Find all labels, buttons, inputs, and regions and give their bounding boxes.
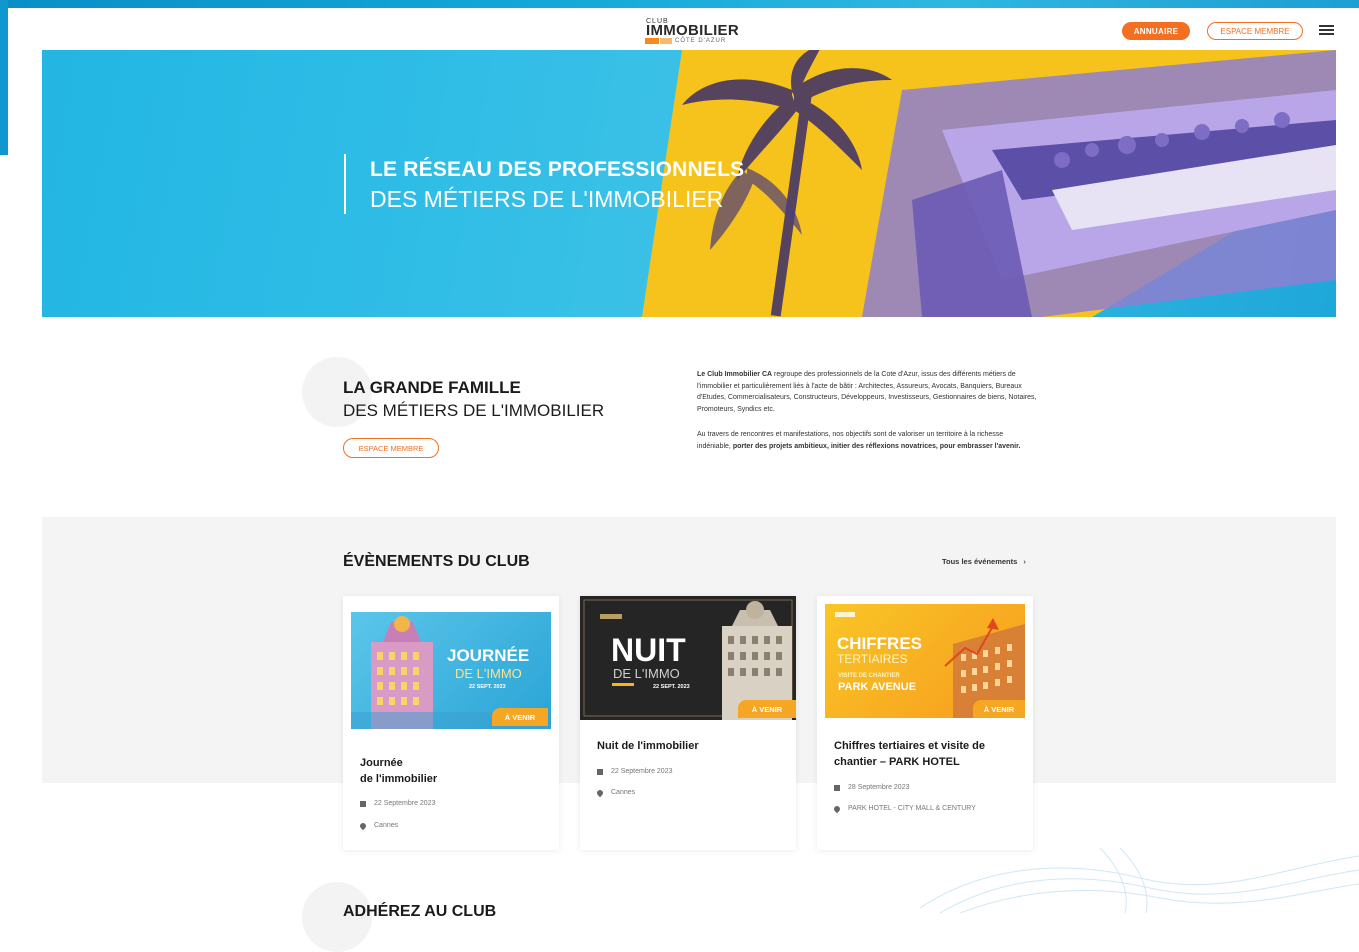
upcoming-badge: À VENIR bbox=[738, 700, 796, 718]
logo-main-text: IMMOBILIER bbox=[646, 22, 739, 39]
event-card-journee[interactable]: JOURNÉE DE L'IMMO 22 SEPT. 2023 À VENIR … bbox=[343, 596, 559, 850]
event-location-text: Cannes bbox=[374, 822, 399, 829]
event-image-chiffres: CHIFFRES TERTIAIRES VISITE DE CHANTIER P… bbox=[825, 604, 1025, 718]
events-title: ÉVÈNEMENTS DU CLUB bbox=[343, 553, 530, 570]
location-pin-icon bbox=[595, 788, 605, 797]
event-card-chiffres[interactable]: CHIFFRES TERTIAIRES VISITE DE CHANTIER P… bbox=[817, 596, 1033, 850]
event-image-nuit-date: 22 SEPT. 2023 bbox=[653, 684, 690, 690]
event-image-journee: JOURNÉE DE L'IMMO 22 SEPT. 2023 À VENIR bbox=[351, 612, 551, 729]
intro-paragraph-1: Le Club Immobilier CA regroupe des profe… bbox=[697, 369, 1037, 415]
event-image-nuit-subtitle: DE L'IMMO bbox=[613, 666, 680, 681]
event-location: Cannes bbox=[358, 821, 399, 830]
topographic-lines-decoration bbox=[920, 848, 1359, 913]
event-image-nuit-title: NUIT bbox=[611, 632, 686, 668]
all-events-label: Tous les événements bbox=[942, 557, 1018, 566]
event-date-text: 22 Septembre 2023 bbox=[374, 800, 436, 807]
location-pin-icon bbox=[832, 804, 842, 813]
calendar-icon bbox=[597, 768, 603, 775]
event-title-l1: Chiffres tertiaires et visite de bbox=[834, 740, 986, 752]
menu-icon[interactable] bbox=[1319, 25, 1334, 35]
hero-title-bold: LE RÉSEAU DES PROFESSIONNELS bbox=[370, 158, 745, 181]
event-date-text: 28 Septembre 2023 bbox=[848, 784, 910, 791]
logo-mark-secondary bbox=[660, 38, 672, 44]
event-title-l2: de l'immobilier bbox=[360, 773, 438, 785]
intro-club-name: Le Club Immobilier CA bbox=[697, 371, 773, 378]
espace-membre-button[interactable]: ESPACE MEMBRE bbox=[343, 438, 439, 458]
logo-mark bbox=[645, 38, 659, 44]
all-events-link[interactable]: Tous les événements › bbox=[942, 557, 1026, 566]
annuaire-button[interactable]: ANNUAIRE bbox=[1122, 22, 1190, 40]
upcoming-badge: À VENIR bbox=[492, 708, 548, 726]
calendar-icon bbox=[834, 784, 840, 791]
event-image-journee-date: 22 SEPT. 2023 bbox=[469, 684, 506, 690]
intro-paragraph-2: Au travers de rencontres et manifestatio… bbox=[697, 429, 1037, 452]
hero-banner: LE RÉSEAU DES PROFESSIONNELS DES MÉTIERS… bbox=[42, 50, 1336, 317]
calendar-icon bbox=[360, 800, 366, 807]
event-image-journee-subtitle: DE L'IMMO bbox=[455, 666, 522, 681]
event-image-chiffres-visit: VISITE DE CHANTIER bbox=[838, 673, 900, 679]
event-date: 22 Septembre 2023 bbox=[597, 768, 673, 775]
site-logo[interactable]: CLUB IMMOBILIER CÔTE D'AZUR bbox=[643, 18, 743, 46]
hero-title-regular: DES MÉTIERS DE L'IMMOBILIER bbox=[370, 186, 724, 212]
event-location: Cannes bbox=[595, 788, 636, 797]
event-image-chiffres-venue: PARK AVENUE bbox=[838, 681, 917, 693]
left-accent-strip bbox=[0, 0, 8, 155]
event-location-text: PARK HOTEL - CITY MALL & CENTURY bbox=[848, 805, 976, 812]
event-image-chiffres-title: CHIFFRES bbox=[837, 634, 922, 653]
upcoming-badge: À VENIR bbox=[973, 700, 1025, 718]
event-card-nuit[interactable]: NUIT DE L'IMMO 22 SEPT. 2023 À VENIR Nui… bbox=[580, 596, 796, 850]
chevron-right-icon: › bbox=[1023, 557, 1026, 566]
hero-divider bbox=[344, 154, 346, 214]
location-pin-icon bbox=[358, 821, 368, 830]
event-title-l1: Journée bbox=[360, 757, 403, 769]
event-location-text: Cannes bbox=[611, 789, 636, 796]
adherez-title: ADHÉREZ AU CLUB bbox=[343, 903, 497, 920]
intro-paragraph-2-highlight: porter des projets ambitieux, initier de… bbox=[732, 442, 1021, 450]
event-date: 22 Septembre 2023 bbox=[360, 800, 436, 807]
event-date-text: 22 Septembre 2023 bbox=[611, 768, 673, 775]
intro-title-bold: LA GRANDE FAMILLE bbox=[343, 378, 521, 397]
event-image-chiffres-subtitle: TERTIAIRES bbox=[837, 652, 908, 666]
event-title-l1: Nuit de l'immobilier bbox=[597, 740, 699, 752]
intro-title-regular: DES MÉTIERS DE L'IMMOBILIER bbox=[343, 401, 605, 420]
event-date: 28 Septembre 2023 bbox=[834, 784, 910, 791]
event-image-nuit: NUIT DE L'IMMO 22 SEPT. 2023 À VENIR bbox=[580, 596, 796, 720]
event-location: PARK HOTEL - CITY MALL & CENTURY bbox=[832, 804, 976, 813]
hero-illustration bbox=[642, 50, 1336, 317]
event-title-l2: chantier – PARK HOTEL bbox=[834, 756, 960, 768]
espace-membre-header-button[interactable]: ESPACE MEMBRE bbox=[1207, 22, 1303, 40]
event-image-journee-title: JOURNÉE bbox=[447, 646, 530, 665]
logo-sub-text: CÔTE D'AZUR bbox=[675, 38, 727, 44]
